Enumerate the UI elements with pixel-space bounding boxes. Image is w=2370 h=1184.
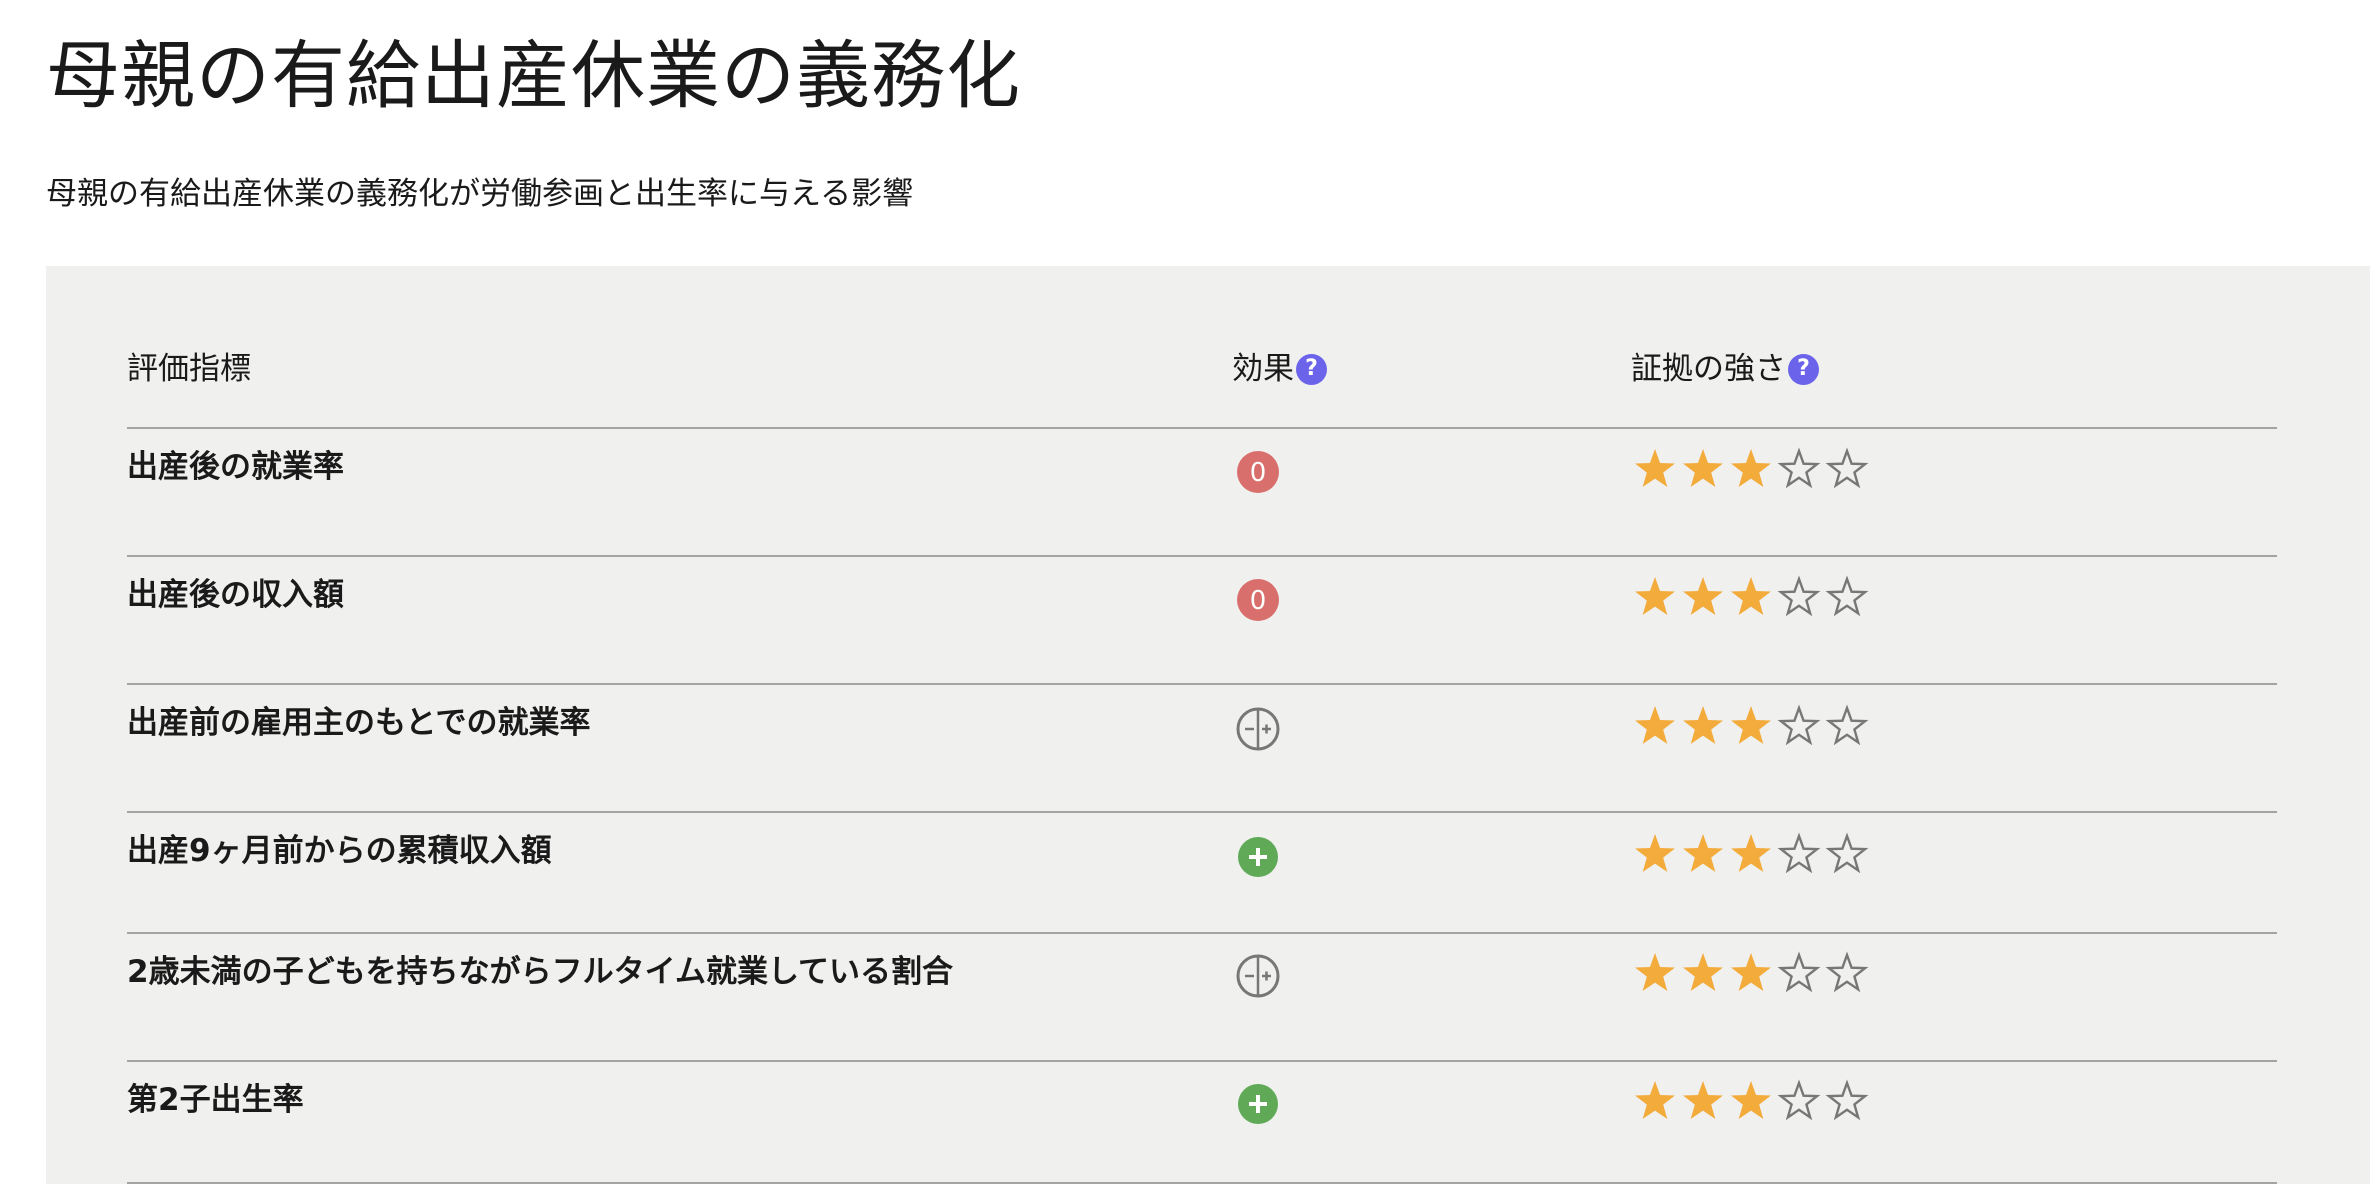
star-filled-icon [1679,949,1727,997]
table-row: 出産後の収入額 0 [127,557,2277,685]
star-filled-icon [1727,830,1775,878]
star-filled-icon [1631,702,1679,750]
table-row: 出産後の就業率 0 [127,429,2277,557]
metric-label: 出産後の収入額 [127,577,344,613]
table-row: 2歳未満の子どもを持ちながらフルタイム就業している割合 [127,934,2277,1062]
metric-label: 出産9ヶ月前からの累積収入額 [127,833,552,869]
star-outline-icon [1823,949,1871,997]
star-filled-icon [1727,702,1775,750]
star-filled-icon [1727,445,1775,493]
star-filled-icon [1727,573,1775,621]
metric-label: 出産前の雇用主のもとでの就業率 [127,705,591,741]
star-outline-icon [1823,445,1871,493]
evidence-rating [1631,830,1871,878]
header-effect: 効果 ? [1232,348,1327,390]
star-outline-icon [1775,949,1823,997]
star-filled-icon [1679,1077,1727,1125]
star-filled-icon [1679,573,1727,621]
zero-circle-icon: 0 [1236,578,1280,622]
evidence-rating [1631,1077,1871,1125]
table-row: 出産前の雇用主のもとでの就業率 [127,685,2277,813]
table-header: 評価指標 効果 ? 証拠の強さ ? [127,266,2277,429]
svg-text:0: 0 [1250,458,1267,488]
star-outline-icon [1823,1077,1871,1125]
star-outline-icon [1775,702,1823,750]
star-filled-icon [1631,445,1679,493]
evidence-rating [1631,573,1871,621]
metric-label: 出産後の就業率 [127,449,344,485]
star-outline-icon [1823,573,1871,621]
star-filled-icon [1631,1077,1679,1125]
star-filled-icon [1631,949,1679,997]
star-filled-icon [1631,830,1679,878]
table-body: 出産後の就業率 0 出産後の収入額 0 出産前の雇用主のもとでの就業率 出産9ヶ月前からの… [127,429,2277,1184]
evidence-rating [1631,702,1871,750]
star-outline-icon [1823,830,1871,878]
svg-text:0: 0 [1250,586,1267,616]
star-outline-icon [1823,702,1871,750]
star-outline-icon [1775,573,1823,621]
header-evidence: 証拠の強さ ? [1631,348,1819,390]
evidence-rating [1631,949,1871,997]
header-evidence-label: 証拠の強さ [1631,351,1786,387]
star-outline-icon [1775,1077,1823,1125]
star-filled-icon [1631,573,1679,621]
metric-label: 第2子出生率 [127,1082,304,1118]
table-row: 出産9ヶ月前からの累積収入額 [127,813,2277,934]
table-row: 第2子出生率 [127,1062,2277,1184]
header-metric: 評価指標 [127,348,251,390]
header-metric-label: 評価指標 [127,351,251,387]
star-filled-icon [1727,949,1775,997]
star-filled-icon [1679,830,1727,878]
question-circle-icon[interactable]: ? [1788,353,1819,385]
metric-label: 2歳未満の子どもを持ちながらフルタイム就業している割合 [127,954,954,990]
plus-circle-icon [1236,835,1280,879]
star-filled-icon [1679,702,1727,750]
star-outline-icon [1775,445,1823,493]
star-outline-icon [1775,830,1823,878]
plus-minus-circle-icon [1236,707,1280,751]
plus-minus-circle-icon [1236,954,1280,998]
evidence-rating [1631,445,1871,493]
page: 母親の有給出産休業の義務化 母親の有給出産休業の義務化が労働参画と出生率に与える… [0,0,2370,1184]
header-effect-label: 効果 [1232,351,1294,387]
star-filled-icon [1727,1077,1775,1125]
page-title: 母親の有給出産休業の義務化 [46,33,1021,119]
question-circle-icon[interactable]: ? [1296,353,1327,385]
plus-circle-icon [1236,1082,1280,1126]
zero-circle-icon: 0 [1236,450,1280,494]
star-filled-icon [1679,445,1727,493]
page-subtitle: 母親の有給出産休業の義務化が労働参画と出生率に与える影響 [46,176,914,212]
results-table: 評価指標 効果 ? 証拠の強さ ? 出産後の就業率 0 出産後の収入額 0 出産前の雇用… [127,266,2277,1184]
results-panel: 評価指標 効果 ? 証拠の強さ ? 出産後の就業率 0 出産後の収入額 0 出産前の雇用… [46,266,2370,1184]
